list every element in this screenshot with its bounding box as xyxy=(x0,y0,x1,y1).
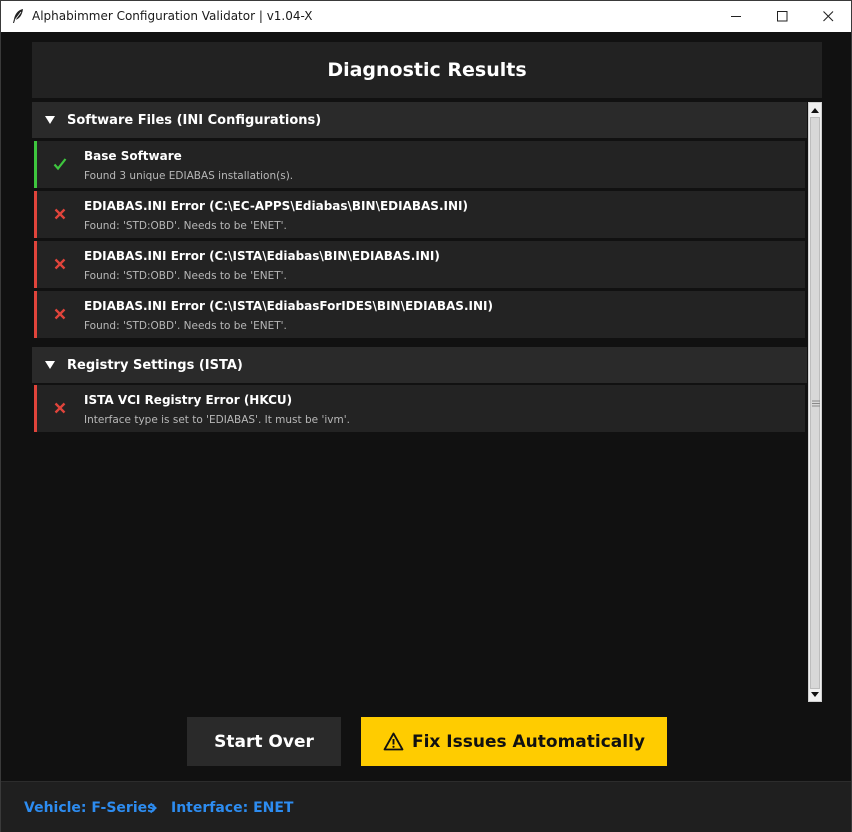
result-item: Base Software Found 3 unique EDIABAS ins… xyxy=(34,141,805,188)
results-scrollbar[interactable] xyxy=(808,102,822,702)
status-bar xyxy=(34,385,37,432)
title-bar: Alphabimmer Configuration Validator | v1… xyxy=(1,1,851,32)
item-detail: Found 3 unique EDIABAS installation(s). xyxy=(84,170,294,182)
page-title: Diagnostic Results xyxy=(327,59,527,81)
close-icon xyxy=(822,11,833,22)
x-icon xyxy=(54,308,66,320)
scroll-down-button[interactable] xyxy=(809,688,821,700)
section-header-software-files[interactable]: Software Files (INI Configurations) xyxy=(32,102,807,138)
status-bar xyxy=(34,241,37,288)
item-title: EDIABAS.INI Error (C:\ISTA\Ediabas\BIN\E… xyxy=(84,249,440,263)
breadcrumb-interface[interactable]: Interface: ENET xyxy=(171,800,293,816)
item-detail: Found: 'STD:OBD'. Needs to be 'ENET'. xyxy=(84,270,287,282)
scroll-thumb[interactable] xyxy=(810,117,820,689)
start-over-button[interactable]: Start Over xyxy=(187,717,341,766)
item-detail: Found: 'STD:OBD'. Needs to be 'ENET'. xyxy=(84,320,287,332)
fix-issues-button[interactable]: Fix Issues Automatically xyxy=(361,717,667,766)
expand-triangle-icon xyxy=(45,116,55,124)
section-header-registry-settings[interactable]: Registry Settings (ISTA) xyxy=(32,347,807,383)
scroll-up-button[interactable] xyxy=(809,104,821,116)
status-bar-footer: Vehicle: F-Series Interface: ENET xyxy=(1,781,851,832)
result-item: EDIABAS.INI Error (C:\ISTA\EdiabasForIDE… xyxy=(34,291,805,338)
minimize-button[interactable] xyxy=(713,1,759,32)
feather-icon xyxy=(13,9,23,23)
arrow-up-icon xyxy=(811,107,819,113)
expand-triangle-icon xyxy=(45,361,55,369)
minimize-icon xyxy=(730,16,741,17)
item-title: Base Software xyxy=(84,149,182,163)
x-icon xyxy=(54,258,66,270)
result-item: EDIABAS.INI Error (C:\ISTA\Ediabas\BIN\E… xyxy=(34,241,805,288)
grip-icon xyxy=(812,400,820,407)
chevron-right-icon xyxy=(149,802,157,814)
x-icon xyxy=(54,402,66,414)
item-detail: Interface type is set to 'EDIABAS'. It m… xyxy=(84,414,350,426)
warning-icon xyxy=(383,732,404,751)
fix-issues-label: Fix Issues Automatically xyxy=(411,731,646,752)
results-list: Software Files (INI Configurations) Base… xyxy=(32,102,807,702)
maximize-button[interactable] xyxy=(759,1,805,32)
app-window: Alphabimmer Configuration Validator | v1… xyxy=(0,0,852,832)
section-label: Software Files (INI Configurations) xyxy=(67,112,322,128)
maximize-icon xyxy=(776,11,787,22)
result-item: EDIABAS.INI Error (C:\EC-APPS\Ediabas\BI… xyxy=(34,191,805,238)
status-bar xyxy=(34,191,37,238)
window-title: Alphabimmer Configuration Validator | v1… xyxy=(32,9,313,23)
item-detail: Found: 'STD:OBD'. Needs to be 'ENET'. xyxy=(84,220,287,232)
status-bar xyxy=(34,291,37,338)
x-icon xyxy=(54,208,66,220)
breadcrumb-vehicle[interactable]: Vehicle: F-Series xyxy=(24,800,155,816)
item-title: EDIABAS.INI Error (C:\EC-APPS\Ediabas\BI… xyxy=(84,199,468,213)
status-bar xyxy=(34,141,37,188)
check-icon xyxy=(53,158,67,171)
start-over-label: Start Over xyxy=(214,731,314,752)
section-label: Registry Settings (ISTA) xyxy=(67,357,243,373)
close-button[interactable] xyxy=(805,1,851,32)
results-header: Diagnostic Results xyxy=(32,42,822,98)
result-item: ISTA VCI Registry Error (HKCU) Interface… xyxy=(34,385,805,432)
item-title: ISTA VCI Registry Error (HKCU) xyxy=(84,393,293,407)
item-title: EDIABAS.INI Error (C:\ISTA\EdiabasForIDE… xyxy=(84,299,493,313)
arrow-down-icon xyxy=(811,691,819,697)
